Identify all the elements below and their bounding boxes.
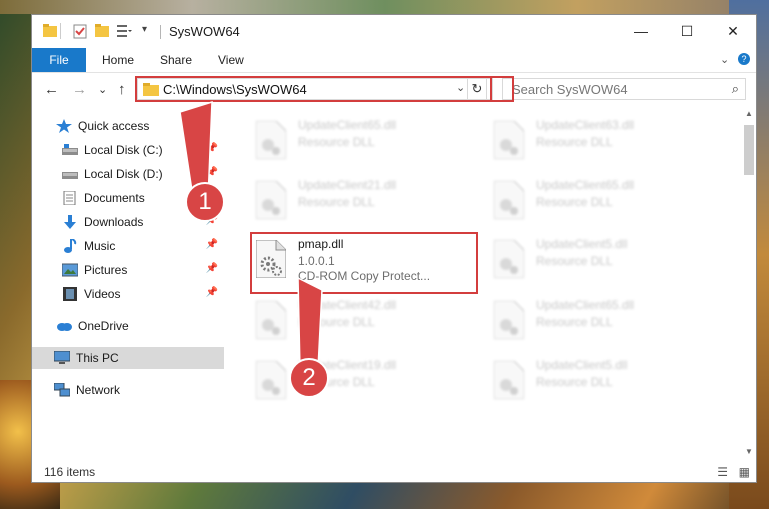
arrow-2-icon <box>297 276 323 371</box>
step-1-badge: 1 <box>185 182 225 222</box>
annotation-overlay <box>179 100 323 371</box>
step-2-badge: 2 <box>289 358 329 398</box>
